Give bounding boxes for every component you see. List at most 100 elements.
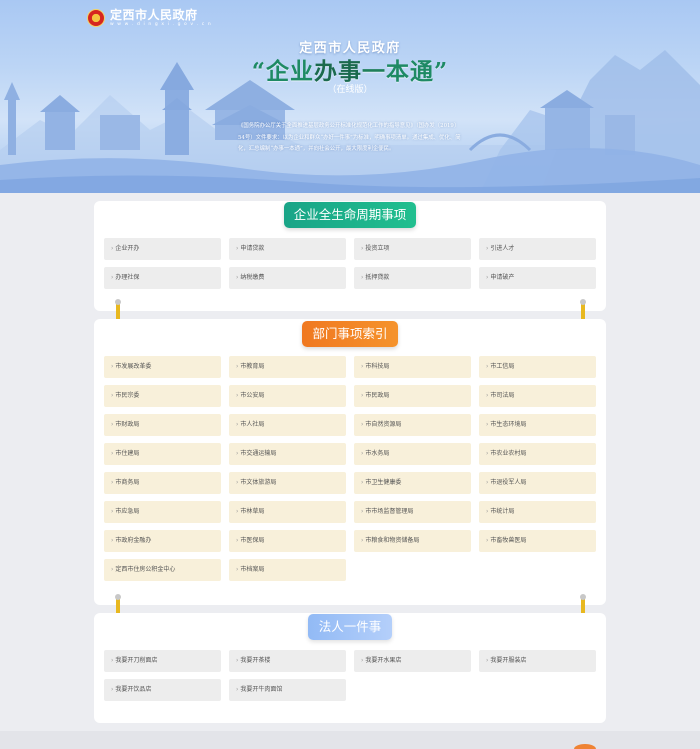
list-item[interactable]: › 我要开水果店: [354, 650, 471, 672]
list-item[interactable]: › 投资立项: [354, 238, 471, 260]
list-item[interactable]: › 市医保局: [229, 530, 346, 552]
section-title-departments: 部门事项索引: [302, 321, 398, 347]
list-item[interactable]: › 申请破产: [479, 267, 596, 289]
list-item[interactable]: › 市政府金融办: [104, 530, 221, 552]
floating-button-edge[interactable]: [574, 744, 596, 749]
list-item[interactable]: › 市公安局: [229, 385, 346, 407]
chevron-right-icon: ›: [111, 566, 114, 573]
list-item[interactable]: › 我要开牛肉面馆: [229, 679, 346, 701]
chevron-right-icon: ›: [486, 537, 489, 544]
chevron-right-icon: ›: [111, 479, 114, 486]
list-item[interactable]: › 我要开茶楼: [229, 650, 346, 672]
lifecycle-section: 企业全生命周期事项 › 企业开办 › 申请贷款 › 投资立项 › 引进人才 › 办理社保 …: [94, 201, 606, 311]
list-item[interactable]: › 市自然资源局: [354, 414, 471, 436]
chevron-right-icon: ›: [361, 508, 364, 515]
intro-text: 《国务院办公厅关于全面推进基层政务公开标准化规范化工作的指导意见》（国办发〔20…: [238, 123, 461, 152]
list-item[interactable]: › 我要开刀削面店: [104, 650, 221, 672]
chevron-right-icon: ›: [361, 657, 364, 664]
list-item[interactable]: › 市民政局: [354, 385, 471, 407]
list-item[interactable]: › 抵押貸款: [354, 267, 471, 289]
chevron-right-icon: ›: [236, 508, 239, 515]
national-emblem-icon: [87, 9, 105, 28]
list-item[interactable]: › 市统计局: [479, 501, 596, 523]
legal-person-section: 法人一件事 › 我要开刀削面店 › 我要开茶楼 › 我要开水果店 › 我要开服装店 › 我…: [94, 613, 606, 723]
list-item[interactable]: › 我要开服装店: [479, 650, 596, 672]
site-url: w w w . d i n g x i . g o v . c n: [110, 22, 212, 27]
chevron-right-icon: ›: [486, 392, 489, 399]
list-item[interactable]: › 市工信局: [479, 356, 596, 378]
chevron-right-icon: ›: [111, 508, 114, 515]
chevron-right-icon: ›: [111, 421, 114, 428]
chevron-right-icon: ›: [236, 450, 239, 457]
chevron-right-icon: ›: [236, 421, 239, 428]
list-item[interactable]: › 市住建局: [104, 443, 221, 465]
list-item[interactable]: › 市卫生健康委: [354, 472, 471, 494]
lifecycle-grid: › 企业开办 › 申请贷款 › 投资立项 › 引进人才 › 办理社保 › 纳税缴费 › 抵押貸…: [104, 238, 596, 289]
chevron-right-icon: ›: [361, 450, 364, 457]
list-item[interactable]: › 企业开办: [104, 238, 221, 260]
chevron-right-icon: ›: [486, 450, 489, 457]
list-item[interactable]: › 市商务局: [104, 472, 221, 494]
chevron-right-icon: ›: [111, 363, 114, 370]
list-item[interactable]: › 市档案局: [229, 559, 346, 581]
chevron-right-icon: ›: [236, 537, 239, 544]
page-title: “企业办事一本通”: [251, 58, 449, 85]
list-item[interactable]: › 市林草局: [229, 501, 346, 523]
chevron-right-icon: ›: [361, 479, 364, 486]
chevron-right-icon: ›: [236, 479, 239, 486]
chevron-right-icon: ›: [361, 274, 364, 281]
chevron-right-icon: ›: [486, 274, 489, 281]
list-item[interactable]: › 定西市住房公积金中心: [104, 559, 221, 581]
list-item[interactable]: › 纳税缴费: [229, 267, 346, 289]
chevron-right-icon: ›: [111, 245, 114, 252]
list-item[interactable]: › 市应急局: [104, 501, 221, 523]
chevron-right-icon: ›: [361, 421, 364, 428]
chevron-right-icon: ›: [486, 363, 489, 370]
list-item[interactable]: › 市科技局: [354, 356, 471, 378]
online-tag: （在线版）: [327, 85, 373, 95]
chevron-right-icon: ›: [236, 566, 239, 573]
chevron-right-icon: ›: [111, 657, 114, 664]
site-logo[interactable]: 定西市人民政府 w w w . d i n g x i . g o v . c …: [87, 9, 212, 28]
chevron-right-icon: ›: [111, 392, 114, 399]
chevron-right-icon: ›: [236, 363, 239, 370]
list-item[interactable]: › 市文体旅游局: [229, 472, 346, 494]
list-item[interactable]: › 申请贷款: [229, 238, 346, 260]
list-item[interactable]: › 市司法局: [479, 385, 596, 407]
list-item[interactable]: › 我要开饮品店: [104, 679, 221, 701]
chevron-right-icon: ›: [486, 479, 489, 486]
chevron-right-icon: ›: [361, 363, 364, 370]
department-grid: › 市发展改革委 › 市教育局 › 市科技局 › 市工信局 › 市民宗委 › 市公安局 › 市…: [104, 356, 596, 581]
list-item[interactable]: › 市生态环境局: [479, 414, 596, 436]
list-item[interactable]: › 市交通运输局: [229, 443, 346, 465]
chevron-right-icon: ›: [361, 392, 364, 399]
chevron-right-icon: ›: [236, 274, 239, 281]
chevron-right-icon: ›: [111, 450, 114, 457]
list-item[interactable]: › 市退役军人局: [479, 472, 596, 494]
list-item[interactable]: › 市财政局: [104, 414, 221, 436]
list-item[interactable]: › 引进人才: [479, 238, 596, 260]
list-item[interactable]: › 市水务局: [354, 443, 471, 465]
list-item[interactable]: › 市民宗委: [104, 385, 221, 407]
list-item[interactable]: › 办理社保: [104, 267, 221, 289]
section-title-legal-person: 法人一件事: [308, 614, 392, 640]
list-item[interactable]: › 市人社局: [229, 414, 346, 436]
chevron-right-icon: ›: [486, 245, 489, 252]
list-item[interactable]: › 市粮食和物资储备局: [354, 530, 471, 552]
city-skyline-illustration: [0, 50, 700, 193]
list-item[interactable]: › 市农业农村局: [479, 443, 596, 465]
chevron-right-icon: ›: [111, 686, 114, 693]
list-item[interactable]: › 市市场监督管理局: [354, 501, 471, 523]
list-item[interactable]: › 市发展改革委: [104, 356, 221, 378]
chevron-right-icon: ›: [361, 537, 364, 544]
hero-banner: 定西市人民政府 w w w . d i n g x i . g o v . c …: [0, 0, 700, 193]
department-index-section: 部门事项索引 › 市发展改革委 › 市教育局 › 市科技局 › 市工信局 › 市民宗委 ›…: [94, 319, 606, 605]
chevron-right-icon: ›: [236, 245, 239, 252]
section-title-lifecycle: 企业全生命周期事项: [284, 202, 416, 228]
chevron-right-icon: ›: [236, 657, 239, 664]
chevron-right-icon: ›: [486, 657, 489, 664]
chevron-right-icon: ›: [236, 686, 239, 693]
list-item[interactable]: › 市教育局: [229, 356, 346, 378]
chevron-right-icon: ›: [111, 274, 114, 281]
list-item[interactable]: › 市畜牧兽医局: [479, 530, 596, 552]
